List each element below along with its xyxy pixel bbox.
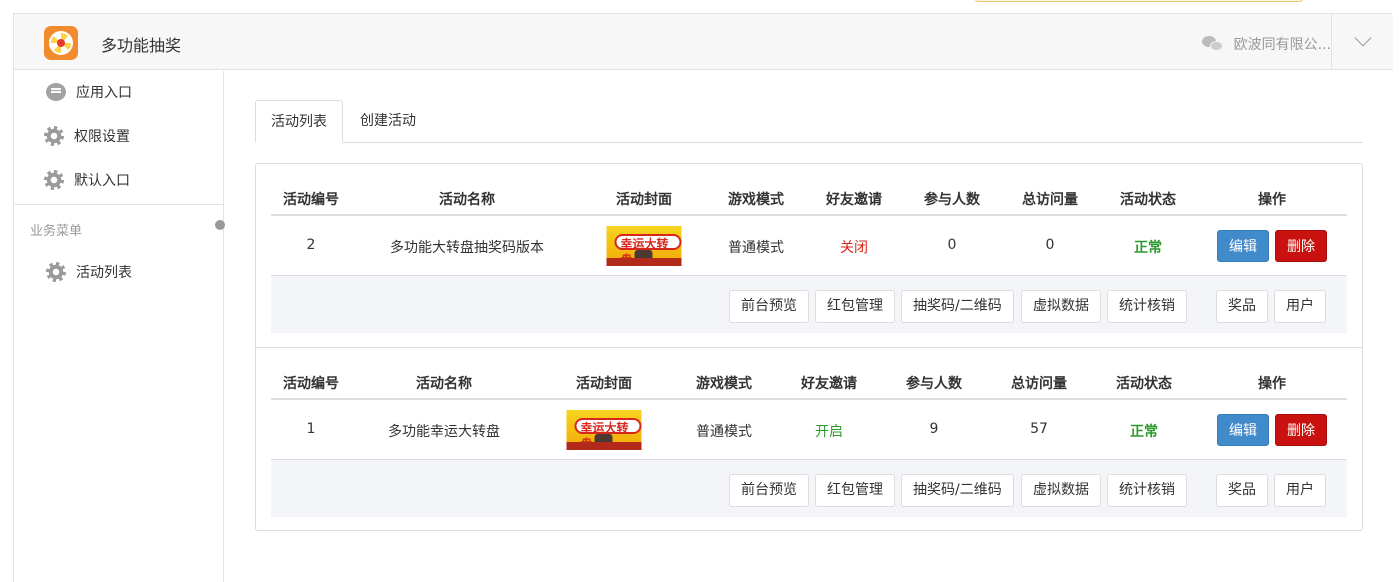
column-header: 活动状态 xyxy=(1116,376,1172,392)
account-switcher[interactable]: 欧波同有限公... xyxy=(1201,34,1331,54)
column-header: 操作 xyxy=(1258,192,1286,208)
lottery-code-button[interactable]: 抽奖码/二维码 xyxy=(901,474,1014,507)
sidebar-divider xyxy=(14,204,224,205)
preview-button[interactable]: 前台预览 xyxy=(729,474,809,507)
sidebar-item-permissions[interactable]: 权限设置 xyxy=(44,124,130,148)
chevron-down-icon[interactable] xyxy=(1354,29,1372,47)
tab-bar: 活动列表 创建活动 xyxy=(255,100,1363,143)
status-badge: 正常 xyxy=(1134,240,1162,256)
header-divider xyxy=(1331,14,1332,70)
table-row: 1 多功能幸运大转盘 幸运大转盘 普通模式 开启 9 57 正常 编辑 删除 xyxy=(271,400,1347,460)
sidebar-item-label: 应用入口 xyxy=(76,85,132,101)
sidebar-item-label: 活动列表 xyxy=(76,265,132,281)
prizes-button[interactable]: 奖品 xyxy=(1216,290,1268,323)
app-logo-icon xyxy=(44,26,78,60)
activity-cover-image: 幸运大转盘 xyxy=(566,410,642,450)
app-title: 多功能抽奖 xyxy=(101,36,182,55)
delete-button[interactable]: 删除 xyxy=(1275,414,1327,446)
activity-id: 1 xyxy=(306,421,316,437)
sidebar-item-default-entry[interactable]: 默认入口 xyxy=(44,168,130,192)
participant-count: 0 xyxy=(947,237,957,253)
block-divider xyxy=(256,347,1362,348)
app-frame: 多功能抽奖 欧波同有限公... 应用入口 权限设置 默认入口 业务菜单 活动列表… xyxy=(13,13,1393,582)
column-header: 总访问量 xyxy=(1011,376,1067,392)
sidebar-item-app-entry[interactable]: 应用入口 xyxy=(46,80,132,104)
column-header: 游戏模式 xyxy=(696,376,752,392)
column-header: 活动编号 xyxy=(283,376,339,392)
column-header: 活动编号 xyxy=(283,192,339,208)
edit-button[interactable]: 编辑 xyxy=(1217,230,1269,262)
activity-name: 多功能大转盘抽奖码版本 xyxy=(390,240,544,256)
column-header: 好友邀请 xyxy=(826,192,882,208)
chat-icon xyxy=(46,83,66,101)
lottery-code-button[interactable]: 抽奖码/二维码 xyxy=(901,290,1014,323)
column-header: 活动封面 xyxy=(576,376,632,392)
action-bar: 前台预览 红包管理 抽奖码/二维码 虚拟数据 统计核销 奖品 用户 xyxy=(271,460,1347,517)
wechat-icon xyxy=(1201,36,1224,52)
column-header: 参与人数 xyxy=(906,376,962,392)
activity-name: 多功能幸运大转盘 xyxy=(388,424,500,440)
cover-text: 幸运大转盘 xyxy=(574,418,642,442)
column-header: 游戏模式 xyxy=(728,192,784,208)
users-button[interactable]: 用户 xyxy=(1274,474,1326,507)
red-packet-button[interactable]: 红包管理 xyxy=(815,474,895,507)
app-header: 多功能抽奖 欧波同有限公... xyxy=(14,14,1393,70)
column-header: 活动状态 xyxy=(1120,192,1176,208)
sidebar-item-activity-list[interactable]: 活动列表 xyxy=(46,260,132,284)
prizes-button[interactable]: 奖品 xyxy=(1216,474,1268,507)
users-button[interactable]: 用户 xyxy=(1274,290,1326,323)
tab-activity-list[interactable]: 活动列表 xyxy=(255,100,343,143)
column-header: 活动名称 xyxy=(416,376,472,392)
column-header: 活动名称 xyxy=(439,192,495,208)
visit-count: 57 xyxy=(1030,421,1048,437)
column-header: 操作 xyxy=(1258,376,1286,392)
table-header: 活动编号 活动名称 活动封面 游戏模式 好友邀请 参与人数 总访问量 活动状态 … xyxy=(271,179,1347,216)
activity-cover-image: 幸运大转盘 xyxy=(606,226,682,266)
status-badge: 正常 xyxy=(1130,424,1158,440)
table-row: 2 多功能大转盘抽奖码版本 幸运大转盘 普通模式 关闭 0 0 正常 编辑 删除 xyxy=(271,216,1347,276)
table-header: 活动编号 活动名称 活动封面 游戏模式 好友邀请 参与人数 总访问量 活动状态 … xyxy=(271,363,1347,400)
notification-bar xyxy=(975,0,1303,2)
column-header: 好友邀请 xyxy=(801,376,857,392)
gear-icon xyxy=(44,170,64,190)
tab-create-activity[interactable]: 创建活动 xyxy=(345,100,431,143)
delete-button[interactable]: 删除 xyxy=(1275,230,1327,262)
edit-button[interactable]: 编辑 xyxy=(1217,414,1269,446)
game-mode: 普通模式 xyxy=(696,424,752,440)
column-header: 活动封面 xyxy=(616,192,672,208)
sidebar: 应用入口 权限设置 默认入口 业务菜单 活动列表 xyxy=(14,71,225,582)
preview-button[interactable]: 前台预览 xyxy=(729,290,809,323)
sidebar-item-label: 默认入口 xyxy=(74,173,130,189)
gear-icon xyxy=(44,126,64,146)
sidebar-item-label: 权限设置 xyxy=(74,129,130,145)
column-header: 参与人数 xyxy=(924,192,980,208)
gear-icon xyxy=(46,262,66,282)
friend-invite-status: 开启 xyxy=(815,424,843,440)
stats-button[interactable]: 统计核销 xyxy=(1107,474,1187,507)
cover-text: 幸运大转盘 xyxy=(614,234,682,258)
activity-panel: 活动编号 活动名称 活动封面 游戏模式 好友邀请 参与人数 总访问量 活动状态 … xyxy=(255,163,1363,531)
game-mode: 普通模式 xyxy=(728,240,784,256)
gear-icon[interactable] xyxy=(215,220,225,230)
visit-count: 0 xyxy=(1045,237,1055,253)
column-header: 总访问量 xyxy=(1022,192,1078,208)
virtual-data-button[interactable]: 虚拟数据 xyxy=(1021,474,1101,507)
action-bar: 前台预览 红包管理 抽奖码/二维码 虚拟数据 统计核销 奖品 用户 xyxy=(271,276,1347,333)
company-name: 欧波同有限公... xyxy=(1233,37,1331,53)
friend-invite-status: 关闭 xyxy=(840,240,868,256)
virtual-data-button[interactable]: 虚拟数据 xyxy=(1021,290,1101,323)
stats-button[interactable]: 统计核销 xyxy=(1107,290,1187,323)
activity-id: 2 xyxy=(306,237,316,253)
participant-count: 9 xyxy=(929,421,939,437)
red-packet-button[interactable]: 红包管理 xyxy=(815,290,895,323)
sidebar-group-label: 业务菜单 xyxy=(30,224,83,239)
